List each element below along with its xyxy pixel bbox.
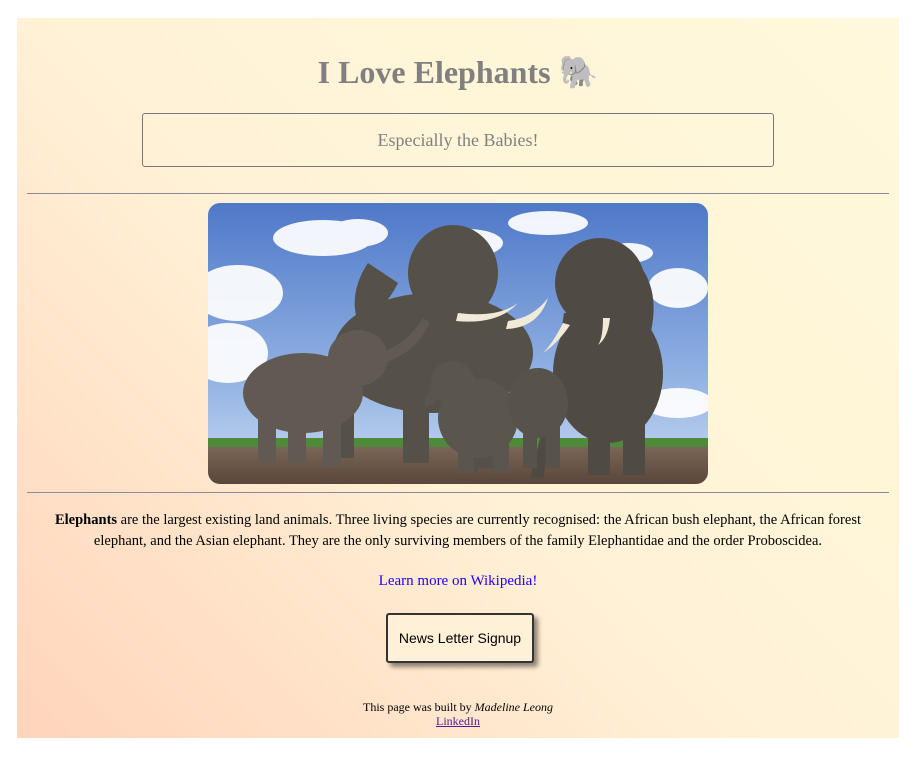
footer-credit-prefix: This page was built by (363, 700, 475, 714)
linkedin-link[interactable]: LinkedIn (436, 714, 480, 728)
description-paragraph: Elephants are the largest existing land … (33, 510, 883, 552)
subtitle-text: Especially the Babies! (377, 130, 539, 150)
divider-top (27, 193, 889, 194)
wikipedia-link[interactable]: Learn more on Wikipedia! (17, 573, 899, 590)
elephant-photo (208, 203, 708, 484)
description-text: are the largest existing land animals. T… (93, 512, 861, 549)
divider-bottom (27, 492, 889, 493)
footer-author: Madeline Leong (474, 700, 553, 714)
page-container: I Love Elephants 🐘 Especially the Babies… (17, 18, 899, 738)
page-title: I Love Elephants 🐘 (17, 52, 899, 92)
elephant-icon: 🐘 (558, 54, 599, 90)
footer-credit: This page was built by Madeline Leong (17, 700, 899, 715)
page-title-text: I Love Elephants (317, 54, 551, 90)
newsletter-signup-button[interactable]: News Letter Signup (386, 613, 534, 663)
footer-links: LinkedIn (17, 714, 899, 729)
subtitle-box: Especially the Babies! (142, 113, 774, 167)
description-bold-term: Elephants (54, 512, 118, 528)
